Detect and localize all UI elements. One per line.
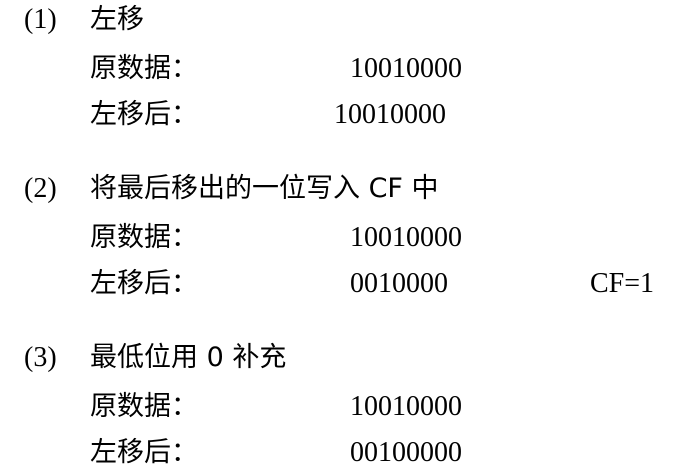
section-2-number: (2) [24,173,57,204]
section-3-number: (3) [24,342,57,373]
section-2-original-label: 原数据： [90,222,198,253]
section-3-shifted-value: 00100000 [350,437,462,468]
section-1-original-label: 原数据： [90,53,198,84]
section-3-original-label: 原数据： [90,391,198,422]
section-1-original-value: 10010000 [350,53,462,84]
section-2-original-value: 10010000 [350,222,462,253]
section-2-heading: 将最后移出的一位写入 CF 中 [90,173,439,204]
section-3-heading: 最低位用 0 补充 [90,342,287,373]
section-2-flag: CF=1 [590,268,655,299]
section-1-number: (1) [24,4,57,35]
section-3-shifted-label: 左移后： [90,437,198,468]
section-1-shifted-label: 左移后： [90,99,198,130]
section-1-heading: 左移 [90,4,144,35]
section-3-original-value: 10010000 [350,391,462,422]
section-1-shifted-value: 10010000 [334,99,446,130]
section-2-shifted-value: 0010000 [350,268,448,299]
section-2-shifted-label: 左移后： [90,268,198,299]
